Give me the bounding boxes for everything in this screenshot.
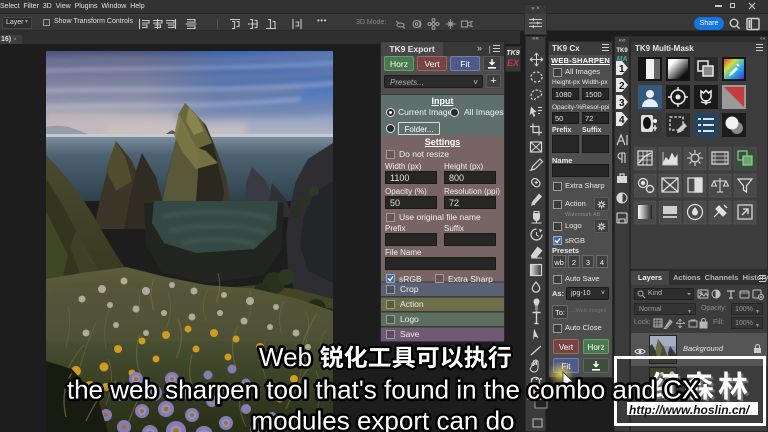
svg-text:2: 2 — [619, 81, 625, 92]
svg-text:4: 4 — [619, 115, 625, 126]
svg-text:1: 1 — [619, 64, 625, 75]
svg-text:3: 3 — [619, 98, 625, 109]
